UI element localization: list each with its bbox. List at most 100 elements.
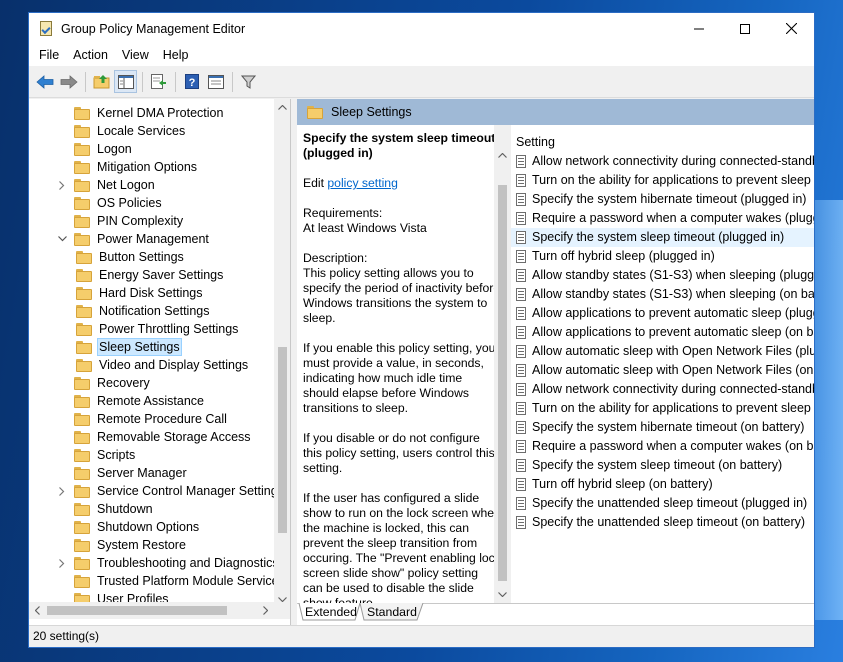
forward-button[interactable] (57, 70, 80, 93)
tree-item-label: Service Control Manager Settings (97, 484, 284, 498)
back-button[interactable] (33, 70, 56, 93)
description-paragraph: If you enable this policy setting, you m… (303, 341, 496, 415)
tree-item[interactable]: Remote Assistance (57, 392, 206, 410)
menu-file[interactable]: File (32, 44, 66, 66)
tree-item[interactable]: Mitigation Options (57, 158, 199, 176)
setting-row[interactable]: Specify the system sleep timeout (on bat… (511, 456, 814, 475)
edit-line: Edit policy setting (303, 176, 501, 191)
setting-row[interactable]: Turn on the ability for applications to … (511, 171, 814, 190)
menu-view[interactable]: View (115, 44, 156, 66)
tree-item[interactable]: Locale Services (57, 122, 187, 140)
tree-item[interactable]: Removable Storage Access (57, 428, 253, 446)
tree-item[interactable]: Kernel DMA Protection (57, 104, 225, 122)
setting-row[interactable]: Require a password when a computer wakes… (511, 437, 814, 456)
tree-vertical-scrollbar[interactable] (274, 99, 290, 608)
chevron-down-icon[interactable] (57, 234, 67, 244)
tree-item-label: Locale Services (97, 124, 186, 138)
policy-setting-icon (515, 155, 527, 168)
setting-label: Allow applications to prevent automatic … (532, 306, 814, 320)
export-list-button[interactable] (147, 70, 170, 93)
minimize-button[interactable] (676, 13, 722, 44)
tree-item[interactable]: Sleep Settings (76, 338, 182, 356)
policy-setting-icon (515, 383, 527, 396)
setting-row[interactable]: Turn off hybrid sleep (plugged in) (511, 247, 814, 266)
column-header-setting[interactable]: Setting (511, 125, 814, 152)
tree-item[interactable]: Remote Procedure Call (57, 410, 229, 428)
tree-item[interactable]: Service Control Manager Settings (57, 482, 286, 500)
tree-item[interactable]: Recovery (57, 374, 152, 392)
toolbar-separator (85, 71, 86, 92)
close-button[interactable] (768, 13, 814, 44)
setting-row[interactable]: Specify the system sleep timeout (plugge… (511, 228, 814, 247)
show-hide-tree-button[interactable] (114, 70, 137, 93)
tree-item[interactable]: Hard Disk Settings (76, 284, 205, 302)
scroll-up-button[interactable] (274, 99, 290, 116)
tree-item[interactable]: Server Manager (57, 464, 189, 482)
tree-item[interactable]: Power Management (57, 230, 211, 248)
tree-item[interactable]: Video and Display Settings (76, 356, 250, 374)
scroll-up-button[interactable] (494, 147, 511, 164)
content-area: Kernel DMA Protection Locale Services Logo… (29, 99, 814, 625)
tree-item[interactable]: Button Settings (76, 248, 186, 266)
tree-item[interactable]: System Restore (57, 536, 188, 554)
tree-item[interactable]: Trusted Platform Module Services (57, 572, 287, 590)
tree-item[interactable]: Shutdown (57, 500, 155, 518)
setting-row[interactable]: Turn on the ability for applications to … (511, 399, 814, 418)
tree-item[interactable]: Net Logon (57, 176, 157, 194)
setting-row[interactable]: Allow standby states (S1-S3) when sleepi… (511, 285, 814, 304)
folder-icon (307, 105, 323, 119)
maximize-button[interactable] (722, 13, 768, 44)
tree-scroll-thumb[interactable] (278, 347, 287, 533)
menu-help[interactable]: Help (156, 44, 196, 66)
description-vertical-scrollbar[interactable] (494, 125, 511, 603)
tree-item[interactable]: Shutdown Options (57, 518, 201, 536)
tab-extended[interactable]: Extended (305, 604, 357, 623)
tree-item[interactable]: Troubleshooting and Diagnostics (57, 554, 281, 572)
properties-icon (207, 74, 224, 89)
tree-item[interactable]: Power Throttling Settings (76, 320, 240, 338)
tree-item[interactable]: Energy Saver Settings (76, 266, 225, 284)
setting-row[interactable]: Specify the system hibernate timeout (on… (511, 418, 814, 437)
folder-icon (76, 322, 92, 336)
setting-row[interactable]: Require a password when a computer wakes… (511, 209, 814, 228)
tree-hscroll-thumb[interactable] (47, 606, 227, 615)
setting-row[interactable]: Allow standby states (S1-S3) when sleepi… (511, 266, 814, 285)
setting-row[interactable]: Allow network connectivity during connec… (511, 380, 814, 399)
tree-horizontal-scrollbar[interactable] (29, 602, 274, 619)
setting-row[interactable]: Specify the unattended sleep timeout (pl… (511, 494, 814, 513)
up-level-button[interactable] (90, 70, 113, 93)
tree-item[interactable]: Scripts (57, 446, 137, 464)
tree-item-label: Video and Display Settings (99, 358, 249, 372)
tree-item[interactable]: PIN Complexity (57, 212, 185, 230)
tree-item[interactable]: Notification Settings (76, 302, 211, 320)
setting-row[interactable]: Allow applications to prevent automatic … (511, 323, 814, 342)
properties-button[interactable] (204, 70, 227, 93)
scroll-right-button[interactable] (257, 602, 274, 619)
tree-item[interactable]: Logon (57, 140, 134, 158)
edit-policy-link[interactable]: policy setting (327, 176, 397, 190)
toolbar: ? (29, 66, 814, 98)
setting-row[interactable]: Specify the system hibernate timeout (pl… (511, 190, 814, 209)
help-button[interactable]: ? (180, 70, 203, 93)
menu-action[interactable]: Action (66, 44, 115, 66)
tree-item-label: Energy Saver Settings (99, 268, 224, 282)
title-bar[interactable]: Group Policy Management Editor (29, 13, 814, 44)
setting-row[interactable]: Allow automatic sleep with Open Network … (511, 361, 814, 380)
chevron-right-icon[interactable] (57, 558, 67, 568)
chevron-right-icon[interactable] (57, 180, 67, 190)
scroll-down-button[interactable] (494, 586, 511, 603)
description-scroll-thumb[interactable] (498, 185, 507, 581)
tree-item[interactable]: OS Policies (57, 194, 164, 212)
setting-row[interactable]: Allow automatic sleep with Open Network … (511, 342, 814, 361)
tab-standard[interactable]: Standard (366, 604, 418, 623)
setting-row[interactable]: Specify the unattended sleep timeout (on… (511, 513, 814, 532)
chevron-right-icon[interactable] (57, 486, 67, 496)
setting-row[interactable]: Allow applications to prevent automatic … (511, 304, 814, 323)
scroll-left-button[interactable] (29, 602, 46, 619)
setting-row[interactable]: Allow network connectivity during connec… (511, 152, 814, 171)
filter-button[interactable] (237, 70, 260, 93)
policy-editor-app-icon (39, 21, 53, 36)
description-label: Description: (303, 251, 368, 265)
setting-label: Specify the system hibernate timeout (pl… (532, 192, 807, 206)
setting-row[interactable]: Turn off hybrid sleep (on battery) (511, 475, 814, 494)
